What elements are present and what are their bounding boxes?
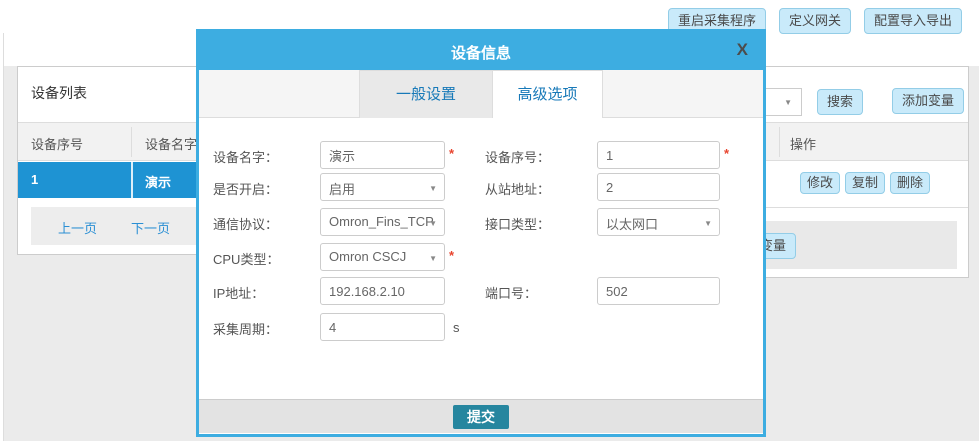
interface-type-label: 接口类型： [485, 214, 550, 233]
modal-tabs: 一般设置 高级选项 [199, 70, 763, 118]
slave-address-label: 从站地址： [485, 179, 550, 198]
column-divider [131, 162, 133, 198]
container-left-border [3, 20, 4, 441]
enabled-value: 启用 [329, 182, 355, 197]
prev-page-link[interactable]: 上一页 [58, 218, 97, 237]
device-serial-label: 设备序号： [485, 147, 550, 166]
enabled-label: 是否开启： [213, 179, 278, 198]
search-button[interactable]: 搜索 [817, 89, 863, 115]
edit-button[interactable]: 修改 [800, 172, 840, 194]
port-input[interactable] [597, 277, 720, 305]
dropdown-arrow-icon: ▼ [429, 219, 437, 228]
enabled-select[interactable]: 启用 ▼ [320, 173, 445, 201]
column-divider [779, 127, 780, 157]
modal-header: 设备信息 X [199, 32, 763, 70]
device-name-label: 设备名字： [213, 147, 278, 166]
modal-title: 设备信息 [199, 42, 763, 63]
variable-toolbar: 变量 [766, 221, 957, 269]
config-import-export-button[interactable]: 配置导入导出 [864, 8, 962, 34]
delete-button[interactable]: 删除 [890, 172, 930, 194]
cpu-type-value: Omron CSCJ [329, 249, 406, 264]
poll-period-label: 采集周期： [213, 319, 278, 338]
column-header-serial: 设备序号 [31, 134, 83, 153]
cell-device-name: 演示 [145, 172, 171, 191]
device-name-input[interactable] [320, 141, 445, 169]
interface-type-value: 以太网口 [606, 217, 658, 232]
next-page-link[interactable]: 下一页 [131, 218, 170, 237]
screen: 重启采集程序 定义网关 配置导入导出 设备列表 设备序号 设备名字 1 演示 上… [0, 0, 979, 441]
tab-advanced-options[interactable]: 高级选项 [493, 70, 603, 118]
protocol-value: Omron_Fins_TCP [329, 214, 434, 229]
dropdown-arrow-icon: ▼ [704, 219, 712, 228]
cpu-type-label: CPU类型： [213, 249, 279, 268]
device-list-panel-right: ▼ 搜索 添加变量 操作 修改 复制 删除 变量 [766, 66, 969, 278]
device-serial-input[interactable] [597, 141, 720, 169]
add-variable-button[interactable]: 添加变量 [892, 88, 964, 114]
table-row-actions-cell: 修改 复制 删除 [766, 162, 968, 208]
cell-device-serial: 1 [31, 172, 38, 187]
ip-address-label: IP地址： [213, 283, 264, 302]
device-list-title: 设备列表 [31, 83, 87, 103]
define-gateway-button[interactable]: 定义网关 [779, 8, 851, 34]
poll-period-input[interactable] [320, 313, 445, 341]
interface-type-select[interactable]: 以太网口 ▼ [597, 208, 720, 236]
tab-general-settings[interactable]: 一般设置 [359, 70, 493, 118]
required-asterisk: * [449, 146, 454, 161]
port-label: 端口号： [485, 283, 537, 302]
modal-body: 设备名字： * 设备序号： * 是否开启： 启用 ▼ 从站地址： [199, 118, 763, 399]
table-header-actions: 操作 [766, 122, 968, 161]
search-filter-select[interactable]: ▼ [766, 88, 802, 116]
copy-button[interactable]: 复制 [845, 172, 885, 194]
close-icon[interactable]: X [737, 40, 748, 60]
slave-address-input[interactable] [597, 173, 720, 201]
protocol-select[interactable]: Omron_Fins_TCP ▼ [320, 208, 445, 236]
cpu-type-select[interactable]: Omron CSCJ ▼ [320, 243, 445, 271]
dropdown-arrow-icon: ▼ [429, 254, 437, 263]
dropdown-arrow-icon: ▼ [429, 184, 437, 193]
dropdown-arrow-icon: ▼ [784, 98, 792, 107]
ip-address-input[interactable] [320, 277, 445, 305]
protocol-label: 通信协议： [213, 214, 278, 233]
required-asterisk: * [449, 248, 454, 263]
column-header-name: 设备名字 [145, 134, 197, 153]
modal-footer: 提交 [199, 399, 763, 433]
required-asterisk: * [724, 146, 729, 161]
poll-period-unit: s [453, 320, 460, 335]
column-header-actions: 操作 [790, 134, 816, 153]
column-divider [131, 127, 132, 157]
device-info-modal: 设备信息 X 一般设置 高级选项 设备名字： * 设备序号： * 是否开启： 启… [196, 29, 766, 437]
submit-button[interactable]: 提交 [453, 405, 509, 429]
